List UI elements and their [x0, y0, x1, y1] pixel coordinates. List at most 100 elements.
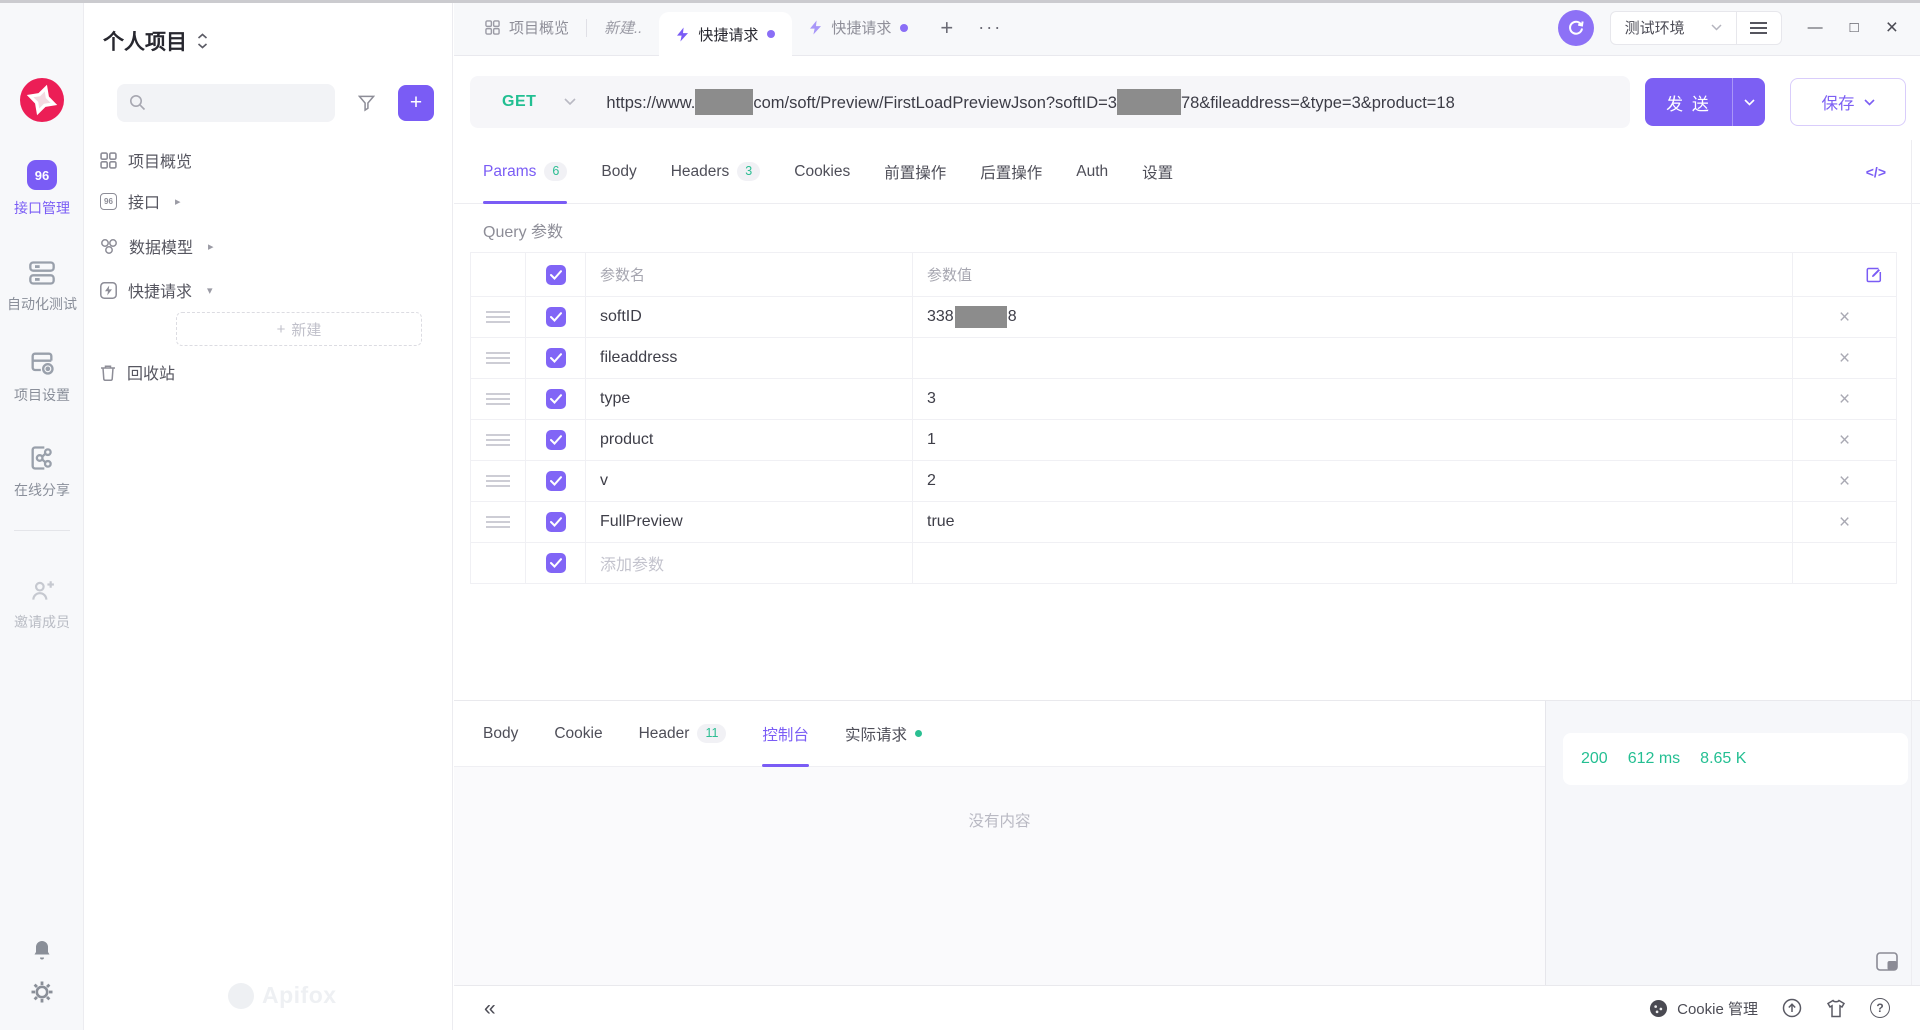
delete-row-icon[interactable]: ×: [1839, 472, 1850, 491]
param-value-cell[interactable]: true: [913, 502, 1793, 542]
row-checkbox[interactable]: [546, 553, 566, 573]
caret-down-icon[interactable]: ▾: [207, 284, 213, 297]
search-input[interactable]: [155, 84, 327, 122]
save-button[interactable]: 保存: [1790, 78, 1906, 126]
tab-overflow-button[interactable]: ···: [968, 17, 1012, 38]
send-button[interactable]: 发 送: [1645, 78, 1765, 126]
delete-row-icon[interactable]: ×: [1839, 349, 1850, 368]
generate-code-icon[interactable]: </>: [1866, 164, 1886, 180]
drag-handle-icon[interactable]: [486, 351, 510, 365]
collapse-sidebar-icon[interactable]: «: [484, 998, 496, 1019]
row-checkbox[interactable]: [546, 348, 566, 368]
new-quick-request-button[interactable]: + 新建: [176, 312, 422, 346]
chevron-down-icon[interactable]: [564, 98, 576, 106]
sidebar-item-apis[interactable]: 96 接口 ▸: [85, 181, 453, 221]
tab-project-overview[interactable]: 项目概览: [468, 0, 586, 55]
drag-handle-icon[interactable]: [486, 515, 510, 529]
tab-cookies[interactable]: Cookies: [794, 140, 850, 203]
delete-row-icon[interactable]: ×: [1839, 390, 1850, 409]
drag-handle-icon[interactable]: [486, 433, 510, 447]
param-name-cell[interactable]: fileaddress: [586, 338, 913, 378]
method-select[interactable]: GET: [470, 93, 536, 111]
filter-button[interactable]: [347, 84, 385, 122]
row-checkbox[interactable]: [546, 307, 566, 327]
drag-handle-icon[interactable]: [486, 310, 510, 324]
theme-shirt-icon[interactable]: [1826, 999, 1846, 1018]
add-tab-button[interactable]: +: [925, 15, 968, 41]
param-name-cell[interactable]: softID: [586, 297, 913, 337]
minimize-button[interactable]: —: [1808, 19, 1823, 36]
tab-response-body[interactable]: Body: [483, 701, 518, 766]
tab-response-header[interactable]: Header 11: [639, 701, 727, 766]
sidebar-item-quick-requests[interactable]: 快捷请求 ▾: [85, 270, 453, 310]
tab-params[interactable]: Params 6: [483, 140, 567, 203]
upload-icon[interactable]: [1782, 998, 1802, 1018]
env-sync-button[interactable]: [1558, 10, 1594, 46]
help-icon[interactable]: ?: [1870, 998, 1890, 1018]
param-value-cell[interactable]: 3: [913, 379, 1793, 419]
param-name-cell[interactable]: type: [586, 379, 913, 419]
tab-headers[interactable]: Headers 3: [671, 140, 761, 203]
row-checkbox[interactable]: [546, 389, 566, 409]
tab-label: 快捷请求: [831, 17, 891, 38]
sidebar-item-automated-testing[interactable]: 自动化测试: [0, 260, 84, 314]
environment-select[interactable]: 测试环境: [1611, 17, 1736, 38]
maximize-button[interactable]: □: [1850, 19, 1859, 36]
sidebar-item-invite-member[interactable]: 邀请成员: [0, 578, 84, 632]
delete-row-icon[interactable]: ×: [1839, 308, 1850, 327]
sync-icon: [1567, 19, 1585, 37]
tab-pre-actions[interactable]: 前置操作: [884, 140, 946, 203]
drag-handle-icon[interactable]: [486, 392, 510, 406]
notifications-bell-icon[interactable]: [30, 938, 54, 962]
row-checkbox[interactable]: [546, 430, 566, 450]
cookie-manager-button[interactable]: Cookie 管理: [1649, 998, 1758, 1019]
tab-actual-request[interactable]: 实际请求: [845, 701, 922, 766]
param-name-cell[interactable]: v: [586, 461, 913, 501]
sidebar-item-recycle-bin[interactable]: 回收站: [85, 352, 453, 392]
tab-body[interactable]: Body: [601, 140, 636, 203]
caret-right-icon[interactable]: ▸: [175, 195, 181, 208]
tab-auth[interactable]: Auth: [1076, 140, 1108, 203]
response-right-pane: 200 612 ms 8.65 K: [1546, 701, 1920, 985]
tab-new[interactable]: 新建..: [587, 0, 659, 55]
tab-console[interactable]: 控制台: [762, 701, 809, 766]
drag-handle-icon[interactable]: [486, 474, 510, 488]
sidebar-item-project-overview[interactable]: 项目概览: [85, 140, 453, 180]
settings-gear-icon[interactable]: [30, 980, 54, 1004]
param-name-cell[interactable]: FullPreview: [586, 502, 913, 542]
panel-layout-icon[interactable]: [1876, 952, 1898, 971]
url-input-group[interactable]: GET https://www.com/soft/Preview/FirstLo…: [470, 76, 1630, 128]
tab-quick-request-2[interactable]: 快捷请求: [792, 0, 925, 55]
sidebar-item-api-management[interactable]: 96 接口管理: [0, 160, 84, 218]
delete-row-icon[interactable]: ×: [1839, 431, 1850, 450]
sidebar-item-project-settings[interactable]: 项目设置: [0, 349, 84, 405]
sidebar-item-online-share[interactable]: 在线分享: [0, 444, 84, 500]
row-checkbox[interactable]: [546, 471, 566, 491]
new-item-button[interactable]: +: [398, 85, 434, 121]
apifox-logo-icon[interactable]: [20, 78, 64, 122]
main-menu-button[interactable]: [1737, 11, 1781, 44]
bulk-edit-icon[interactable]: [1866, 267, 1882, 283]
add-param-placeholder[interactable]: 添加参数: [586, 543, 913, 583]
send-options-chevron[interactable]: [1733, 99, 1765, 106]
param-value-cell[interactable]: 2: [913, 461, 1793, 501]
unsaved-dot: [900, 24, 908, 32]
tab-response-cookie[interactable]: Cookie: [554, 701, 602, 766]
row-checkbox[interactable]: [546, 512, 566, 532]
plus-icon: +: [277, 321, 286, 338]
tab-post-actions[interactable]: 后置操作: [980, 140, 1042, 203]
param-value-cell[interactable]: 1: [913, 420, 1793, 460]
project-switcher[interactable]: 个人项目: [103, 26, 208, 56]
close-button[interactable]: ×: [1886, 16, 1898, 40]
window-top-edge: [0, 0, 1920, 3]
caret-right-icon[interactable]: ▸: [208, 240, 214, 253]
sidebar-item-data-models[interactable]: 数据模型 ▸: [85, 226, 453, 266]
tab-quick-request-active[interactable]: 快捷请求: [659, 12, 792, 56]
select-all-checkbox[interactable]: [546, 265, 566, 285]
param-value-cell[interactable]: [913, 338, 1793, 378]
url-input[interactable]: https://www.com/soft/Preview/FirstLoadPr…: [606, 89, 1454, 115]
tab-settings[interactable]: 设置: [1142, 140, 1173, 203]
param-name-cell[interactable]: product: [586, 420, 913, 460]
delete-row-icon[interactable]: ×: [1839, 513, 1850, 532]
param-value-cell[interactable]: 3388: [913, 297, 1793, 337]
